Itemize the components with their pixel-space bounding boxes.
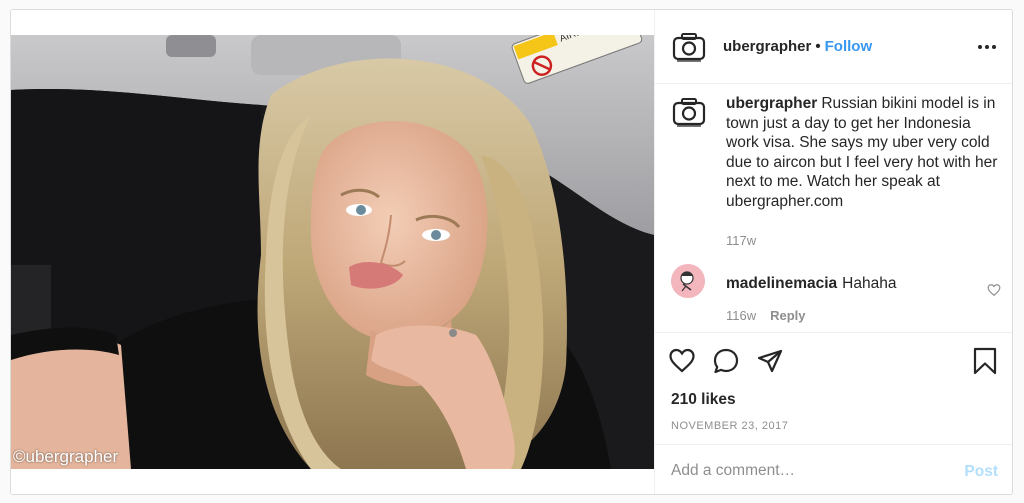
likes-count[interactable]: 210 likes [671, 391, 736, 409]
comment-timestamp[interactable]: 116w [726, 308, 756, 323]
post-photo[interactable]: AIRBAG [11, 35, 654, 469]
follow-button[interactable]: Follow [825, 38, 873, 55]
more-dot [992, 45, 996, 49]
comment-heart-icon[interactable] [987, 283, 1001, 297]
add-comment-bar: Post [655, 444, 1012, 494]
comment-text: Hahaha [842, 275, 897, 292]
comment-meta: 116w Reply [726, 308, 806, 323]
photo-watermark: ©ubergrapher [13, 447, 119, 466]
camera-icon[interactable] [671, 29, 707, 65]
comment-input[interactable] [671, 457, 941, 485]
caption-username[interactable]: ubergrapher [726, 95, 817, 112]
post-header: ubergrapher • Follow [655, 10, 1012, 84]
header-separator: • [815, 38, 821, 55]
avatar[interactable] [671, 264, 705, 298]
comment-bubble-icon[interactable] [712, 347, 740, 375]
comment-username[interactable]: madelinemacia [726, 275, 837, 292]
reply-button[interactable]: Reply [770, 308, 805, 323]
heart-icon[interactable] [668, 347, 696, 375]
caption-avatar-camera-icon[interactable] [671, 94, 707, 130]
commenter-avatar-illustration [671, 264, 705, 298]
post-actions: 210 likes NOVEMBER 23, 2017 [655, 332, 1012, 444]
more-dot [985, 45, 989, 49]
bookmark-icon[interactable] [971, 347, 999, 375]
caption-text: Russian bikini model is in town just a d… [726, 95, 998, 210]
share-paper-plane-icon[interactable] [756, 347, 784, 375]
photo-illustration: AIRBAG [11, 35, 654, 469]
comments-section: ubergrapher Russian bikini model is in to… [655, 85, 1012, 332]
post-side-panel: ubergrapher • Follow ubergrapher Russian … [654, 10, 1012, 494]
more-options-icon[interactable] [978, 40, 996, 54]
caption-timestamp[interactable]: 117w [726, 233, 756, 248]
more-dot [978, 45, 982, 49]
post-caption: ubergrapher Russian bikini model is in to… [726, 94, 1001, 212]
header-username[interactable]: ubergrapher [723, 38, 811, 55]
header-user-info: ubergrapher • Follow [723, 38, 872, 55]
post-date[interactable]: NOVEMBER 23, 2017 [671, 420, 788, 432]
instagram-post: AIRBAG [10, 9, 1013, 495]
comment-body: madelinemacia Hahaha [726, 275, 896, 293]
post-comment-button[interactable]: Post [964, 463, 998, 481]
post-media: AIRBAG [11, 10, 654, 494]
